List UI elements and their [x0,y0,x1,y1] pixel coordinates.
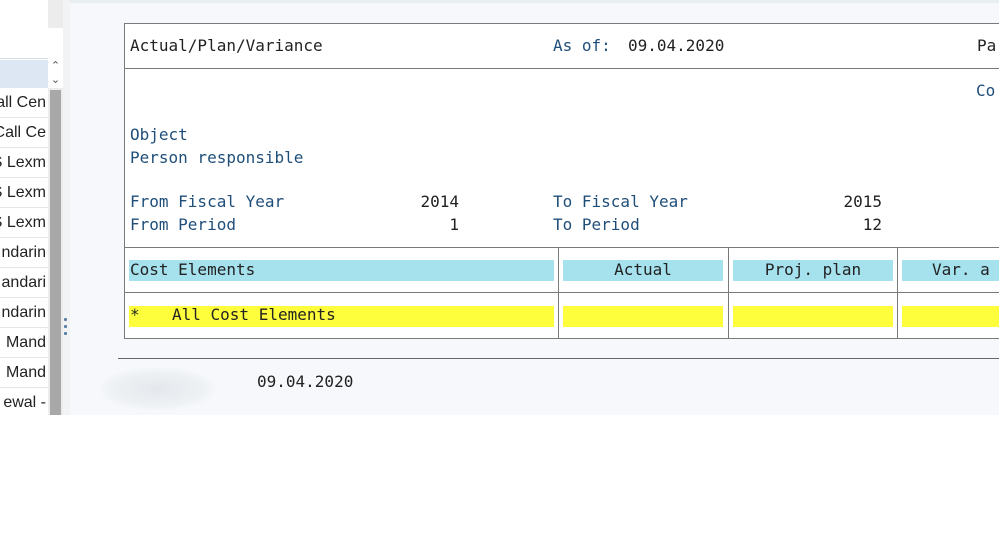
footer-date: 09.04.2020 [257,372,354,391]
nav-item[interactable]: Mand [0,328,48,358]
nav-item[interactable]: all Cen [0,88,48,118]
content-top-border [70,0,999,3]
to-fiscal-year-label: To Fiscal Year [553,192,688,211]
nav-item[interactable]: S Lexm [0,208,48,238]
navigation-selected-row[interactable] [0,60,48,88]
from-fiscal-year-value: 2014 [420,192,459,211]
total-row-variance[interactable] [902,306,999,327]
vertical-scrollbar[interactable]: ⌃ ⌄ [48,0,63,415]
splitter-grip-icon[interactable] [64,318,68,340]
total-row-actual[interactable] [563,306,723,327]
as-of-date: 09.04.2020 [628,36,725,55]
column-header-variance-label: Var. a [932,260,990,279]
total-row-marker: * [130,305,140,324]
total-row-label: All Cost Elements [172,305,336,324]
page-label: Pa [977,36,997,55]
table-top-border [125,247,999,248]
header-divider [125,68,999,69]
column-header-cost-elements-label: Cost Elements [130,260,256,279]
report-output: Actual/Plan/Variance As of: 09.04.2020 P… [124,23,999,339]
object-label: Object [130,125,188,144]
nav-item[interactable]: Call Ce [0,118,48,148]
person-responsible-label: Person responsible [130,148,304,167]
redacted-area [100,368,215,410]
nav-item[interactable]: andari [0,268,48,298]
total-row-proj-plan[interactable] [733,306,893,327]
nav-item[interactable]: ewal - [0,388,48,415]
nav-item[interactable]: S Lexm [0,178,48,208]
nav-item[interactable]: S Lexm [0,148,48,178]
nav-item[interactable]: ndarin [0,298,48,328]
table-header-divider [125,292,999,293]
controlling-area-label: Co [976,81,996,100]
to-period-value: 12 [862,215,882,234]
footer-divider [118,358,999,359]
navigation-header [0,0,48,59]
scroll-up-arrow-icon[interactable]: ⌃ [50,60,61,72]
nav-item[interactable]: Mand [0,358,48,388]
scroll-down-arrow-icon[interactable]: ⌄ [50,74,61,86]
pane-splitter[interactable] [63,0,70,415]
report-title: Actual/Plan/Variance [130,36,323,55]
as-of-label: As of: [553,36,611,55]
column-header-actual-label: Actual [614,260,672,279]
to-period-label: To Period [553,215,640,234]
scrollbar-thumb[interactable] [50,90,61,415]
from-period-label: From Period [130,215,236,234]
to-fiscal-year-value: 2015 [843,192,882,211]
from-period-value: 1 [449,215,459,234]
nav-item[interactable]: ndarin [0,238,48,268]
column-header-proj-plan-label: Proj. plan [764,260,862,279]
from-fiscal-year-label: From Fiscal Year [130,192,285,211]
